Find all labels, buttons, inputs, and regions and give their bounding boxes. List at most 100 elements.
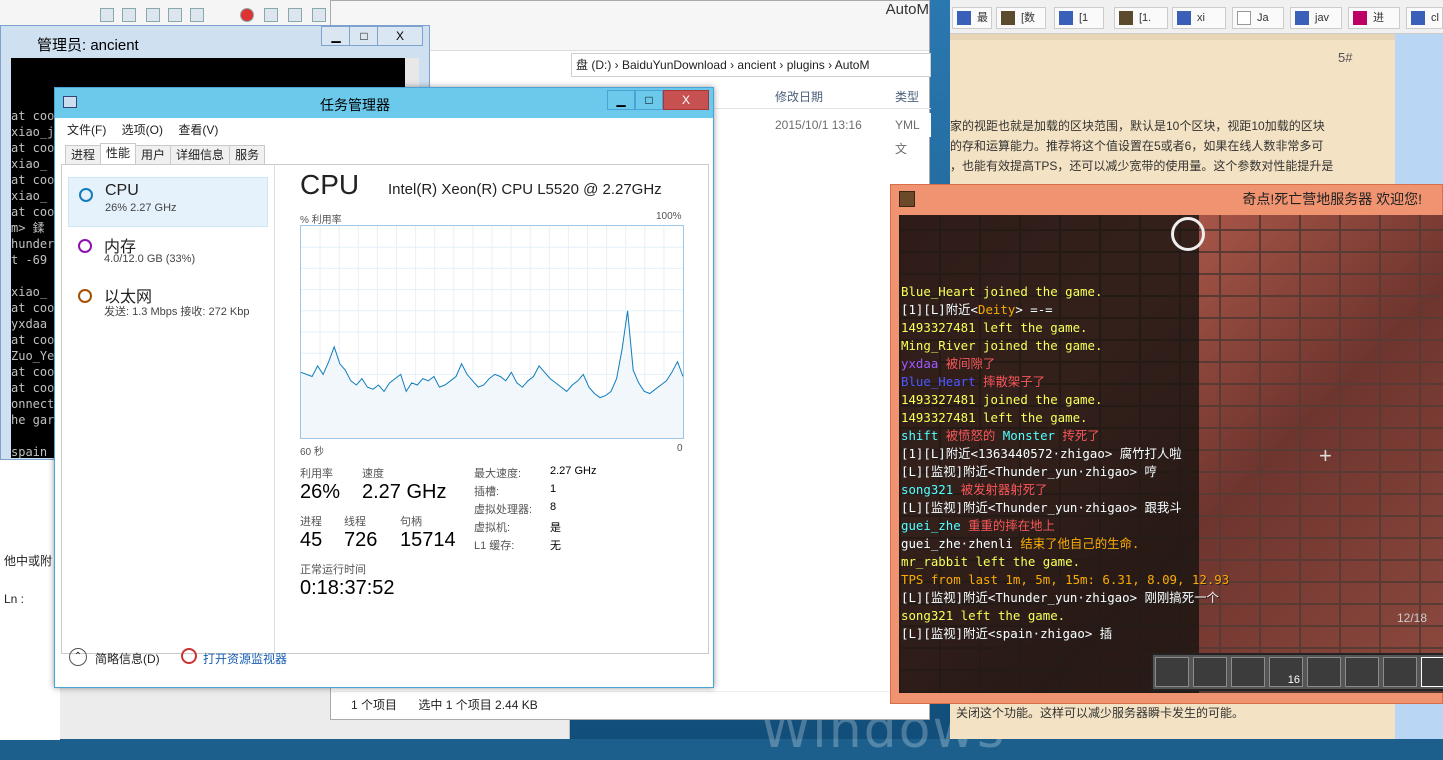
close-button[interactable]: X xyxy=(663,90,709,110)
hotbar-slot[interactable] xyxy=(1307,657,1341,687)
resource-cpu[interactable]: CPU 26% 2.27 GHz xyxy=(68,177,268,227)
tab-details[interactable]: 详细信息 xyxy=(170,145,231,165)
toolbar-icon[interactable] xyxy=(100,8,114,22)
handles-label: 句柄 xyxy=(400,516,422,528)
doc-tab[interactable]: [1. xyxy=(1114,7,1168,29)
doc-tab[interactable]: [数 xyxy=(996,7,1046,29)
tab-users[interactable]: 用户 xyxy=(135,145,172,165)
col-date-modified[interactable]: 修改日期 xyxy=(775,85,823,109)
toolbar-icon[interactable] xyxy=(168,8,182,22)
stop-icon[interactable] xyxy=(264,8,278,22)
menu-file[interactable]: 文件(F) xyxy=(67,123,106,137)
doc-tab[interactable]: xi xyxy=(1172,7,1226,29)
hotbar-slot-selected[interactable] xyxy=(1421,657,1443,687)
chat-segment: song321 xyxy=(901,482,961,497)
cpu-graph-svg xyxy=(300,226,684,438)
chat-segment: [1][L]附近<1363440572·zhigao> 腐竹打人啦 xyxy=(901,446,1182,461)
tab-icon xyxy=(1295,11,1309,25)
chat-line: shift 被愤怒的 Monster 抟死了 xyxy=(901,427,1341,445)
resource-ethernet[interactable]: 以太网 发送: 1.3 Mbps 接收: 272 Kbp xyxy=(68,279,268,329)
taskmgr-titlebar: 任务管理器 ▁ □ X xyxy=(55,88,713,118)
hotbar-slot[interactable] xyxy=(1383,657,1417,687)
chat-segment: TPS from last 1m, 5m, 15m: 6.31, 8.09, 1… xyxy=(901,572,1230,587)
chat-segment: Blue_Heart xyxy=(901,374,984,389)
fast-forward-icon[interactable] xyxy=(312,8,326,22)
toolbar-icon[interactable] xyxy=(146,8,160,22)
doc-tab[interactable]: 进 xyxy=(1348,7,1400,29)
pane-divider xyxy=(274,165,275,653)
spec-key: 插槽: xyxy=(474,486,500,498)
chat-line: 1493327481 left the game. xyxy=(901,409,1341,427)
file-date: 2015/10/1 13:16 xyxy=(775,118,862,132)
page-number: 5# xyxy=(1338,50,1353,65)
toolbar-icon[interactable] xyxy=(122,8,136,22)
resource-monitor-icon xyxy=(181,648,197,664)
record-icon[interactable] xyxy=(240,8,254,22)
explorer-title: AutoM xyxy=(885,1,929,18)
play-icon[interactable] xyxy=(288,8,302,22)
minimize-button[interactable]: ▁ xyxy=(607,90,635,110)
resource-summary: 4.0/12.0 GB (33%) xyxy=(104,253,196,265)
col-type[interactable]: 类型 xyxy=(895,85,919,109)
hotbar-slot[interactable] xyxy=(1231,657,1265,687)
menu-options[interactable]: 选项(O) xyxy=(122,123,163,137)
address-bar[interactable]: 盘 (D:) › BaiduYunDownload › ancient › pl… xyxy=(571,53,931,77)
chat-line: yxdaa 被间隙了 xyxy=(901,355,1341,373)
hotbar-slot[interactable] xyxy=(1155,657,1189,687)
minecraft-title: 奇点!死亡营地服务器 欢迎您! xyxy=(1242,191,1422,207)
chat-segment: 1493327481 joined the game. xyxy=(901,392,1103,407)
editor-side-panel: 他中或附 Ln : xyxy=(0,440,60,740)
spec-value: 2.27 GHz xyxy=(550,465,597,477)
chat-line: TPS from last 1m, 5m, 15m: 6.31, 8.09, 1… xyxy=(901,571,1341,589)
cpu-model: Intel(R) Xeon(R) CPU L5520 @ 2.27GHz xyxy=(388,181,662,198)
doc-tab[interactable]: [1 xyxy=(1054,7,1104,29)
selected-info: 选中 1 个项目 2.44 KB xyxy=(418,698,538,712)
tab-performance[interactable]: 性能 xyxy=(100,143,137,165)
chat-segment: yxdaa xyxy=(901,356,946,371)
chat-segment: 被发射器射死了 xyxy=(960,482,1048,497)
tab-icon xyxy=(1177,11,1191,25)
chat-segment: Deity xyxy=(978,302,1016,317)
maximize-button[interactable]: □ xyxy=(349,26,379,46)
chat-segment: [L][监视]附近<Thunder_yun·zhigao> 刚刚搞死一个 xyxy=(901,590,1219,605)
tab-icon xyxy=(1001,11,1015,25)
menu-view[interactable]: 查看(V) xyxy=(178,123,218,137)
hotbar-slot[interactable] xyxy=(1193,657,1227,687)
tab-processes[interactable]: 进程 xyxy=(65,145,102,165)
hotbar[interactable]: 16 xyxy=(1151,653,1443,691)
tab-icon xyxy=(1411,11,1425,25)
doc-tab[interactable]: cl xyxy=(1406,7,1443,29)
doc-tab[interactable]: 最 xyxy=(952,7,992,29)
toolbar-icon[interactable] xyxy=(190,8,204,22)
armor-counter: 12/18 xyxy=(1397,611,1428,625)
utilization-label: 利用率 xyxy=(300,468,333,480)
chevron-up-icon[interactable]: ⌃ xyxy=(69,648,87,666)
processes-label: 进程 xyxy=(300,516,322,528)
open-resource-monitor-link[interactable]: 打开资源监视器 xyxy=(203,650,287,667)
game-viewport[interactable]: Blue_Heart joined the game. [1][L]附近<Deit… xyxy=(899,215,1443,693)
hotbar-slot[interactable] xyxy=(1345,657,1379,687)
handles-value: 15714 xyxy=(400,529,456,551)
chat-segment: 结束了他自己的生命. xyxy=(1020,536,1140,551)
chat-segment: 1493327481 left the game. xyxy=(901,410,1088,425)
close-button[interactable]: X xyxy=(377,26,423,46)
resource-memory[interactable]: 内存 4.0/12.0 GB (33%) xyxy=(68,229,268,279)
chat-segment: mr_rabbit left the game. xyxy=(901,554,1081,569)
cpu-utilization-graph xyxy=(300,225,684,439)
hotbar-slot[interactable]: 16 xyxy=(1269,657,1303,687)
chat-segment: guei_zhe·zhenli xyxy=(901,536,1021,551)
tab-services[interactable]: 服务 xyxy=(229,145,266,165)
doc-tab[interactable]: Ja xyxy=(1232,7,1284,29)
chat-segment: shift xyxy=(901,428,946,443)
resource-summary: 发送: 1.3 Mbps 接收: 272 Kbp xyxy=(104,306,250,318)
explorer-statusbar: 1 个项目 选中 1 个项目 2.44 KB xyxy=(331,691,929,719)
chat-log: Blue_Heart joined the game. [1][L]附近<Deit… xyxy=(901,283,1341,643)
task-manager-window: 任务管理器 ▁ □ X 文件(F) 选项(O) 查看(V) 进程 性能 用户 详细信息… xyxy=(54,87,714,688)
fewer-details-button[interactable]: 简略信息(D) xyxy=(95,650,160,667)
chat-segment: [1][L]附近< xyxy=(901,302,978,317)
processes-value: 45 xyxy=(300,529,323,551)
maximize-button[interactable]: □ xyxy=(635,90,663,110)
doc-tab[interactable]: jav xyxy=(1290,7,1342,29)
minimize-button[interactable]: ▁ xyxy=(321,26,351,46)
chat-line: Ming_River joined the game. xyxy=(901,337,1341,355)
